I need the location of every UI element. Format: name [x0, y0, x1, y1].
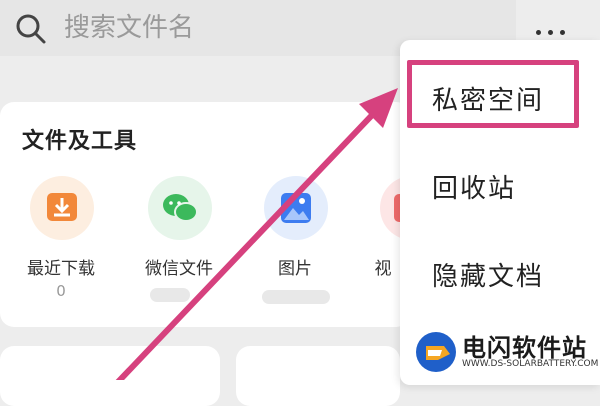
- watermark-title: 电闪软件站: [462, 334, 587, 362]
- watermark-logo-icon: [416, 332, 456, 372]
- annotation-arrow-icon: [115, 88, 398, 380]
- watermark: 电闪软件站 WWW.DS-SOLARBATTERY.COM: [414, 326, 600, 380]
- watermark-url: WWW.DS-SOLARBATTERY.COM: [462, 359, 599, 369]
